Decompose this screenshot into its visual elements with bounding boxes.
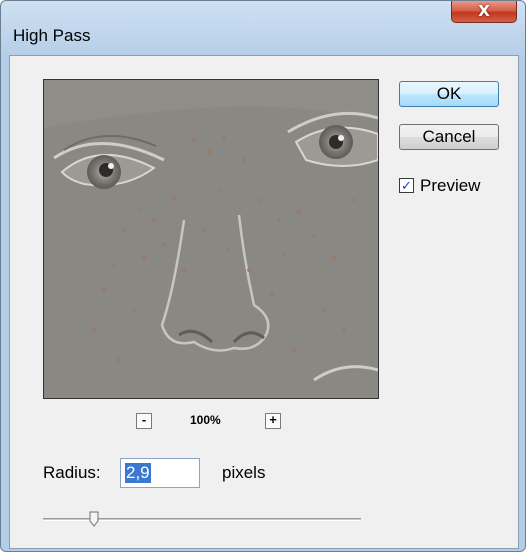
high-pass-dialog: High Pass X - 100% + OK Cancel ✓ Preview…: [0, 0, 526, 552]
radius-value: 2,9: [125, 463, 151, 483]
cancel-button[interactable]: Cancel: [399, 124, 499, 150]
radius-unit-label: pixels: [222, 463, 266, 482]
preview-face-image: [44, 80, 378, 398]
zoom-level: 100%: [190, 413, 221, 427]
dialog-body: - 100% + OK Cancel ✓ Preview Radius: 2,9…: [9, 55, 519, 549]
preview-checkbox[interactable]: ✓: [399, 178, 414, 193]
close-icon: X: [478, 2, 490, 20]
slider-thumb-icon: [89, 511, 99, 527]
radius-slider-thumb[interactable]: [89, 511, 99, 527]
radius-label: Radius:: [43, 463, 101, 482]
zoom-out-button[interactable]: -: [136, 413, 152, 429]
preview-label[interactable]: Preview: [420, 176, 480, 196]
check-icon: ✓: [401, 178, 412, 193]
radius-input[interactable]: 2,9: [120, 458, 200, 488]
ok-button[interactable]: OK: [399, 81, 499, 107]
dialog-title: High Pass: [13, 26, 91, 45]
preview-image[interactable]: [43, 79, 379, 399]
close-button[interactable]: X: [451, 1, 517, 23]
title-bar[interactable]: High Pass X: [1, 1, 525, 45]
zoom-in-button[interactable]: +: [265, 413, 281, 429]
